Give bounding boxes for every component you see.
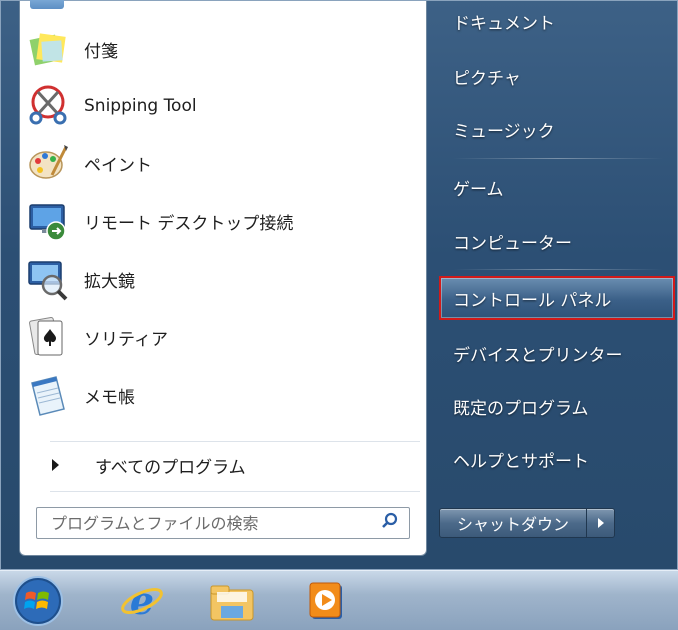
- shutdown-button[interactable]: シャットダウン: [439, 508, 587, 538]
- windows-orb-icon[interactable]: [10, 575, 66, 627]
- devices-printers-link[interactable]: デバイスとプリンター: [441, 333, 673, 373]
- program-label: Snipping Tool: [84, 96, 197, 116]
- playing-card-icon: [24, 313, 72, 361]
- pictures-link[interactable]: ピクチャ: [441, 56, 673, 96]
- search-box[interactable]: [36, 507, 410, 539]
- paint-palette-icon: [24, 139, 72, 187]
- music-link[interactable]: ミュージック: [441, 109, 673, 149]
- computer-label: コンピューター: [453, 233, 572, 254]
- control-panel-label: コントロール パネル: [453, 290, 612, 311]
- pictures-label: ピクチャ: [453, 68, 521, 89]
- all-programs-button[interactable]: すべてのプログラム: [38, 448, 418, 482]
- right-separator: [453, 158, 663, 159]
- programs-pane: 付箋 Snipping Tool ペイント リモート デスクトップ接続 拡大鏡 …: [19, 0, 427, 556]
- documents-label: ドキュメント: [453, 13, 555, 34]
- games-label: ゲーム: [453, 179, 504, 200]
- internet-explorer-icon[interactable]: e: [114, 575, 170, 627]
- program-item-magnifier[interactable]: 拡大鏡: [24, 253, 420, 305]
- devices-printers-label: デバイスとプリンター: [453, 345, 623, 366]
- programs-separator: [50, 441, 420, 442]
- right-separator: [453, 269, 663, 270]
- help-support-link[interactable]: ヘルプとサポート: [441, 439, 673, 479]
- program-item-notepad[interactable]: メモ帳: [24, 369, 420, 421]
- program-label: リモート デスクトップ接続: [84, 213, 294, 234]
- help-support-label: ヘルプとサポート: [453, 451, 589, 472]
- scissors-icon: [24, 82, 72, 130]
- sticky-notes-icon: [24, 25, 72, 73]
- search-icon[interactable]: [381, 512, 399, 534]
- magnifier-icon: [24, 255, 72, 303]
- chevron-right-icon: [597, 518, 604, 528]
- shutdown-label: シャットダウン: [456, 515, 569, 534]
- computer-link[interactable]: コンピューター: [441, 221, 673, 261]
- program-label: ペイント: [84, 155, 152, 176]
- default-programs-label: 既定のプログラム: [453, 398, 589, 419]
- partial-program-icon: [30, 0, 64, 9]
- program-item-sticky-notes[interactable]: 付箋: [24, 23, 420, 75]
- program-label: ソリティア: [84, 329, 168, 350]
- program-item-snipping-tool[interactable]: Snipping Tool: [24, 80, 420, 132]
- program-item-solitaire[interactable]: ソリティア: [24, 311, 420, 363]
- program-item-paint[interactable]: ペイント: [24, 137, 420, 189]
- music-label: ミュージック: [453, 121, 555, 142]
- default-programs-link[interactable]: 既定のプログラム: [441, 386, 673, 426]
- search-input[interactable]: [51, 513, 351, 533]
- taskbar: e: [0, 570, 678, 630]
- program-label: 拡大鏡: [84, 271, 135, 292]
- program-label: 付箋: [84, 41, 118, 62]
- control-panel-link[interactable]: コントロール パネル: [439, 276, 675, 320]
- remote-desktop-icon: [24, 197, 72, 245]
- all-programs-label: すべてのプログラム: [95, 457, 246, 478]
- media-player-icon[interactable]: [298, 575, 354, 627]
- notepad-icon: [24, 371, 72, 419]
- program-item-remote-desktop[interactable]: リモート デスクトップ接続: [24, 195, 420, 247]
- file-explorer-icon[interactable]: [204, 575, 260, 627]
- arrow-right-icon: [52, 459, 59, 471]
- shutdown-options-button[interactable]: [587, 508, 615, 538]
- documents-link[interactable]: ドキュメント: [441, 1, 673, 41]
- shutdown-control: シャットダウン: [439, 508, 615, 538]
- start-menu: 付箋 Snipping Tool ペイント リモート デスクトップ接続 拡大鏡 …: [0, 0, 678, 570]
- program-label: メモ帳: [84, 387, 135, 408]
- games-link[interactable]: ゲーム: [441, 167, 673, 207]
- svg-text:e: e: [130, 578, 154, 623]
- search-separator: [50, 491, 420, 492]
